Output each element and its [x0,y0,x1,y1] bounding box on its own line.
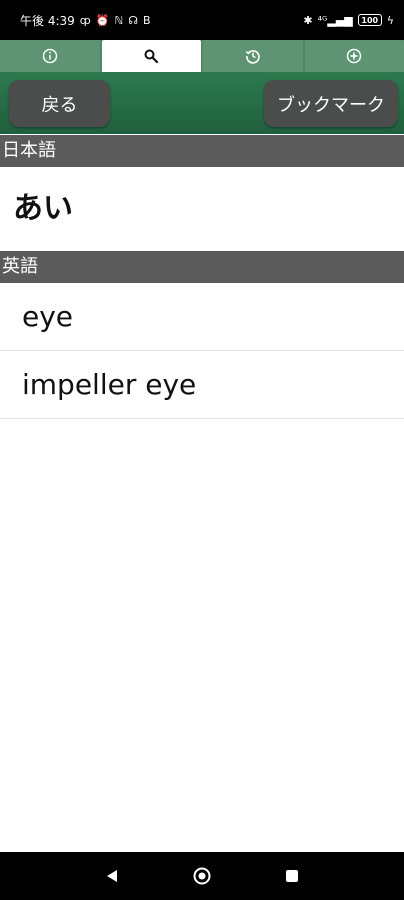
tab-search[interactable] [101,40,201,72]
dictionary-screen: 午後 4:39 ȹ ⏰ ℕ ☊ B ✱ ⁴ᴳ▂▄▆ 100 ϟ 戻る ブックマー… [0,0,404,900]
english-section-header: 英語 [0,251,404,283]
english-results-list: eye impeller eye [0,283,404,419]
home-circle-icon[interactable] [192,866,212,886]
tab-history[interactable] [203,40,303,72]
bluetooth-icon: ✱ [303,13,313,27]
tab-info[interactable] [0,40,100,72]
toolbar: 戻る ブックマーク [0,72,404,134]
result-item-eye[interactable]: eye [0,283,404,351]
status-right: ✱ ⁴ᴳ▂▄▆ 100 ϟ [303,14,394,26]
b-icon: B [143,13,151,27]
battery-icon: 100 [357,14,382,26]
back-button[interactable]: 戻る [9,80,110,127]
tab-add[interactable] [304,40,404,72]
signal-icon: ⁴ᴳ▂▄▆ [317,13,353,27]
status-bar: 午後 4:39 ȹ ⏰ ℕ ☊ B ✱ ⁴ᴳ▂▄▆ 100 ϟ [0,0,404,40]
nfc-icon: ℕ [114,13,124,27]
status-time: 午後 4:39 [20,13,75,28]
alarm-icon: ⏰ [95,13,110,27]
japanese-section-header: 日本語 [0,135,404,167]
headphones-icon: ☊ [128,13,139,27]
result-item-impeller-eye[interactable]: impeller eye [0,351,404,419]
bookmark-button[interactable]: ブックマーク [264,80,398,127]
mute-icon: ȹ [79,13,91,27]
japanese-word: あい [0,167,404,251]
search-icon [144,49,159,64]
recents-square-icon[interactable] [282,866,302,886]
back-triangle-icon[interactable] [102,866,122,886]
tab-bar [0,40,404,72]
history-icon [245,50,260,64]
system-nav-bar [0,852,404,900]
status-left: 午後 4:39 ȹ ⏰ ℕ ☊ B [20,12,151,29]
charging-icon: ϟ [386,13,394,27]
add-icon [347,48,362,64]
info-icon [42,48,57,64]
